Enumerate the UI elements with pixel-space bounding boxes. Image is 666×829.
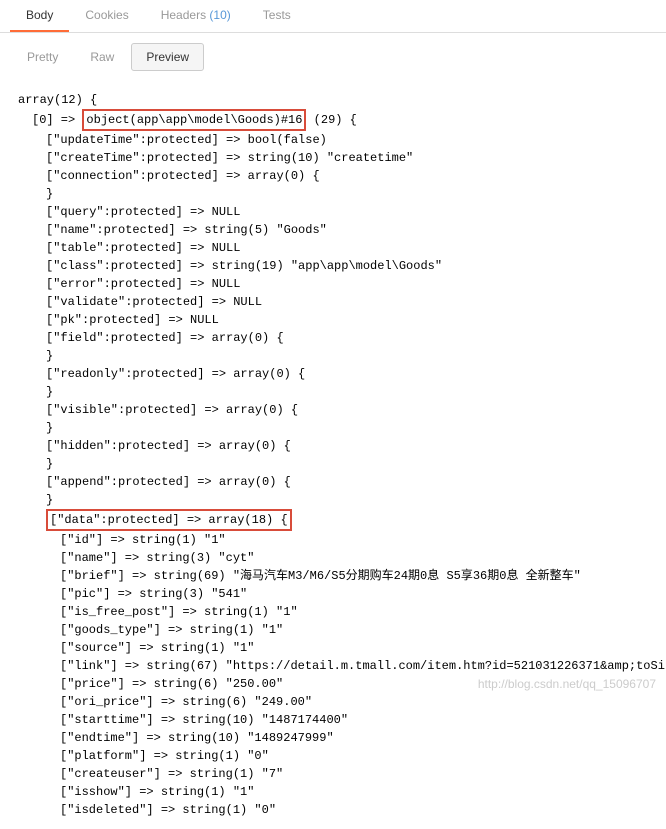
highlight-data: ["data":protected] => array(18) { [46,509,292,531]
dump-line: ["query":protected] => NULL [18,203,648,221]
dump-line: ["is_free_post"] => string(1) "1" [18,603,648,621]
tab-headers-label: Headers [161,8,206,22]
dump-line: ["source"] => string(1) "1" [18,639,648,657]
highlight-object: object(app\app\model\Goods)#16 [82,109,306,131]
tab-headers[interactable]: Headers (10) [145,0,247,32]
dump-line: ["pic"] => string(3) "541" [18,585,648,603]
dump-line: ["isdeleted"] => string(1) "0" [18,801,648,819]
dump-line: ["class":protected] => string(19) "app\a… [18,257,648,275]
tab-tests[interactable]: Tests [247,0,307,32]
dump-line: ["goods_type"] => string(1) "1" [18,621,648,639]
response-tabs: Body Cookies Headers (10) Tests [0,0,666,33]
dump-line: ["ori_price"] => string(6) "249.00" [18,693,648,711]
dump-line: ["error":protected] => NULL [18,275,648,293]
watermark: http://blog.csdn.net/qq_15096707 [478,677,656,691]
dump-line: } [18,347,648,365]
dump-line: ["createTime":protected] => string(10) "… [18,149,648,167]
dump-line: ["field":protected] => array(0) { [18,329,648,347]
dump-line: ["connection":protected] => array(0) { [18,167,648,185]
dump-line: ["endtime"] => string(10) "1489247999" [18,729,648,747]
dump-line: [0] => object(app\app\model\Goods)#16 (2… [18,109,648,131]
tab-cookies[interactable]: Cookies [69,0,144,32]
dump-line: ["validate":protected] => NULL [18,293,648,311]
dump-line: ["pk":protected] => NULL [18,311,648,329]
dump-line: } [18,491,648,509]
dump-line: ["readonly":protected] => array(0) { [18,365,648,383]
dump-line: ["name"] => string(3) "cyt" [18,549,648,567]
dump-line: ["append":protected] => array(0) { [18,473,648,491]
dump-line: ["table":protected] => NULL [18,239,648,257]
dump-line: ["brief"] => string(69) "海马汽车M3/M6/S5分期购… [18,567,648,585]
dump-line: ["starttime"] => string(10) "1487174400" [18,711,648,729]
dump-line: } [18,455,648,473]
dump-line: ["isshow"] => string(1) "1" [18,783,648,801]
view-mode-tabs: Pretty Raw Preview [0,33,666,81]
tab-headers-count: (10) [209,8,230,22]
subtab-pretty[interactable]: Pretty [12,43,73,71]
dump-line: array(12) { [18,91,648,109]
dump-line: ["updateTime":protected] => bool(false) [18,131,648,149]
dump-line: ["id"] => string(1) "1" [18,531,648,549]
subtab-preview[interactable]: Preview [131,43,204,71]
dump-line: ["data":protected] => array(18) { [18,509,648,531]
subtab-raw[interactable]: Raw [75,43,129,71]
dump-line: ["name":protected] => string(5) "Goods" [18,221,648,239]
response-preview: array(12) { [0] => object(app\app\model\… [0,81,666,829]
dump-line: ["visible":protected] => array(0) { [18,401,648,419]
dump-line: } [18,383,648,401]
dump-line: ["hidden":protected] => array(0) { [18,437,648,455]
dump-line: } [18,419,648,437]
dump-line: ["createuser"] => string(1) "7" [18,765,648,783]
dump-line: ["link"] => string(67) "https://detail.m… [18,657,648,675]
dump-line: } [18,185,648,203]
dump-line: ["platform"] => string(1) "0" [18,747,648,765]
tab-body[interactable]: Body [10,0,69,32]
